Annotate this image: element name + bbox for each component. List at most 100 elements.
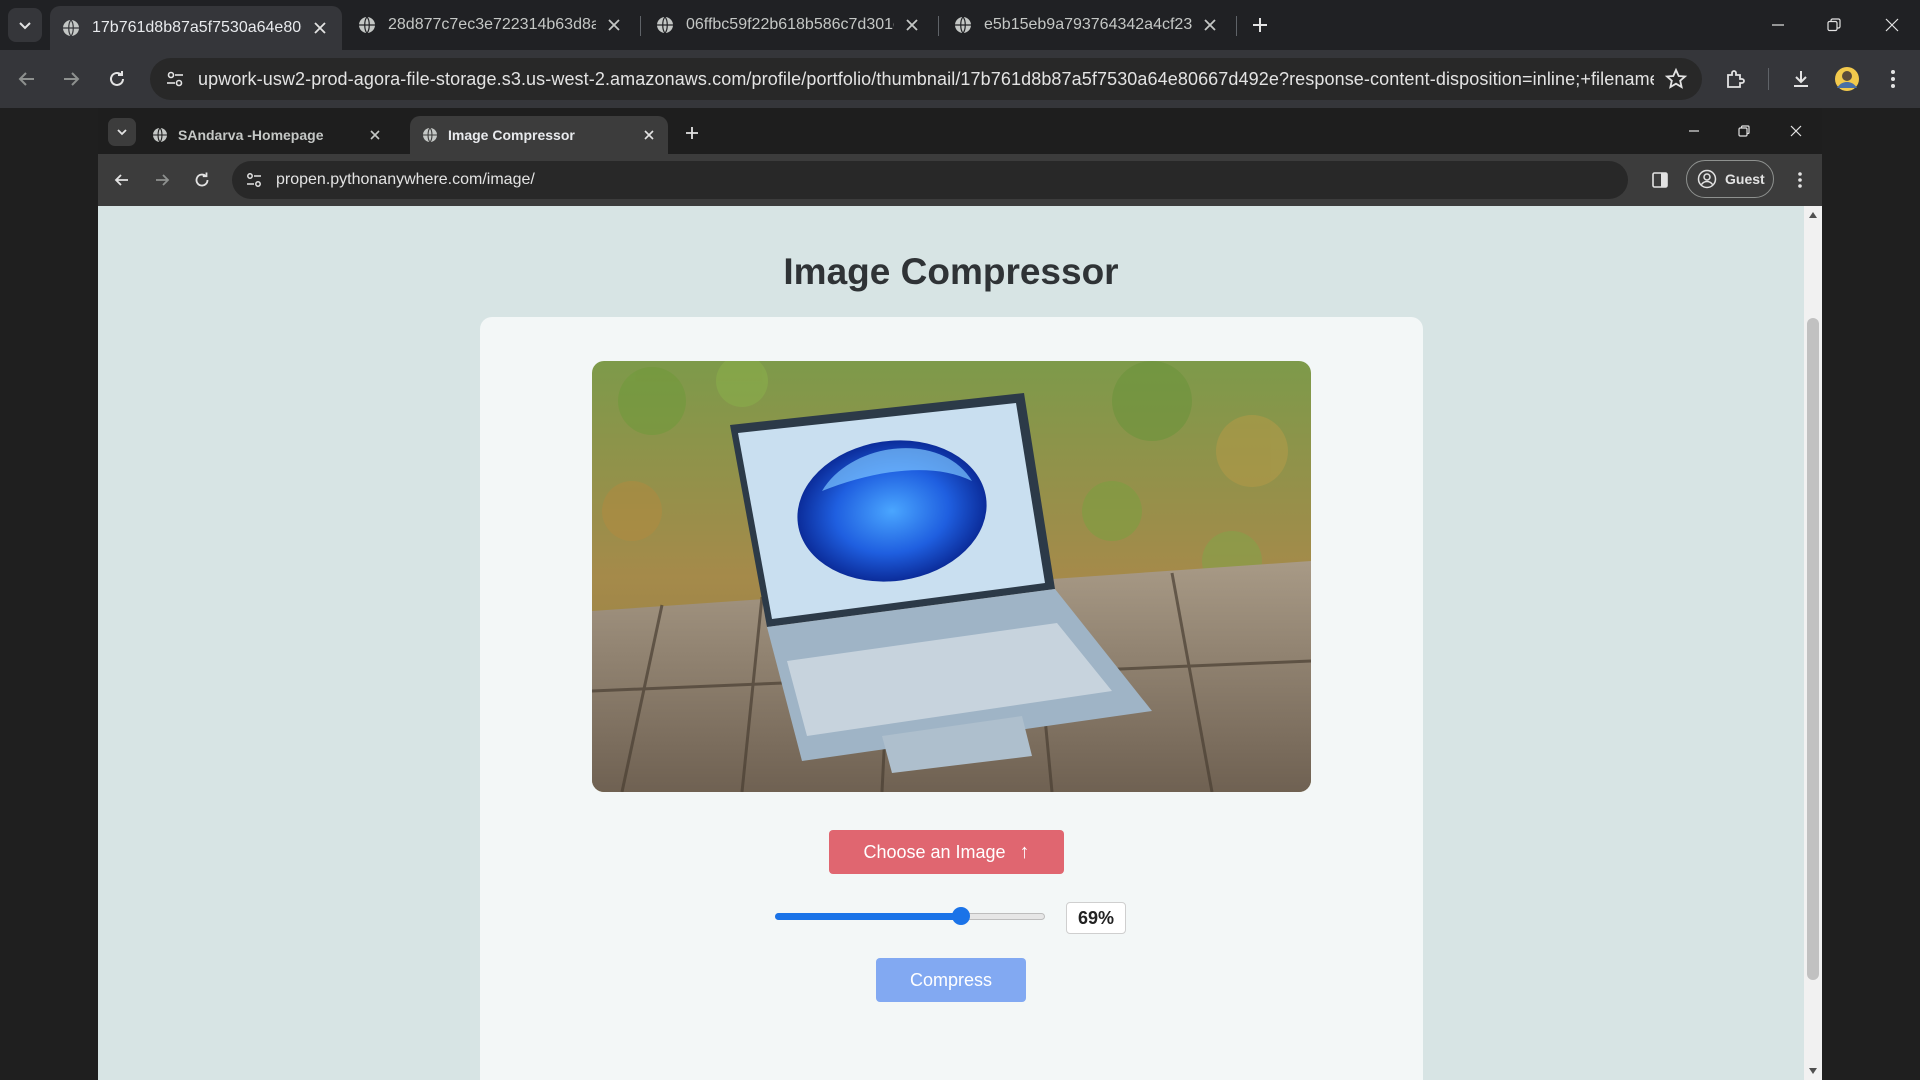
close-icon	[1790, 125, 1802, 137]
outer-tab-title: 06ffbc59f22b618b586c7d301e6	[686, 16, 894, 33]
compressor-card: Choose an Image ↑ 69% Compress	[480, 317, 1423, 1080]
inner-reload-button[interactable]	[188, 166, 216, 194]
more-vert-icon	[1891, 70, 1895, 88]
outer-tab-title: e5b15eb9a793764342a4cf23ec	[984, 16, 1192, 33]
compress-button[interactable]: Compress	[876, 958, 1026, 1002]
restore-button[interactable]	[1814, 8, 1854, 42]
site-info-icon[interactable]	[164, 68, 186, 90]
tab-search-button[interactable]	[8, 8, 42, 42]
outer-menu-button[interactable]	[1876, 62, 1910, 96]
outer-tab-title: 28d877c7ec3e722314b63d8ad5	[388, 16, 596, 33]
outer-tab-4[interactable]: e5b15eb9a793764342a4cf23ec	[942, 6, 1232, 44]
downloads-button[interactable]	[1784, 62, 1818, 96]
more-vert-icon	[1798, 172, 1802, 188]
close-icon[interactable]	[642, 128, 656, 142]
globe-icon	[423, 127, 437, 143]
slider-fill	[775, 913, 962, 920]
puzzle-icon	[1727, 70, 1745, 88]
outer-tab-title: 17b761d8b87a5f7530a64e80667d492e	[92, 19, 302, 36]
page-title: Image Compressor	[783, 251, 1119, 292]
image-preview	[592, 361, 1311, 792]
close-icon[interactable]	[312, 20, 328, 36]
inner-forward-button[interactable]	[148, 166, 176, 194]
scrollbar-thumb[interactable]	[1807, 318, 1819, 980]
profile-avatar[interactable]	[1830, 62, 1864, 96]
tab-separator	[938, 16, 939, 36]
inner-tab-search-button[interactable]	[108, 118, 136, 146]
inner-address-bar[interactable]: propen.pythonanywhere.com/image/	[232, 161, 1628, 199]
download-icon	[1794, 71, 1808, 87]
outer-url-text: upwork-usw2-prod-agora-file-storage.s3.u…	[198, 68, 1654, 89]
quality-slider[interactable]	[775, 905, 1045, 929]
inner-tab-title: Image Compressor	[448, 127, 575, 143]
arrow-right-icon	[156, 174, 170, 186]
inner-minimize-button[interactable]	[1676, 116, 1712, 146]
back-button[interactable]	[10, 62, 44, 96]
arrow-right-icon	[64, 72, 80, 86]
slider-thumb[interactable]	[952, 907, 971, 925]
inner-new-tab-button[interactable]	[680, 121, 704, 145]
site-info-icon[interactable]	[244, 170, 264, 190]
globe-icon	[657, 16, 673, 34]
side-panel-icon	[1652, 172, 1668, 188]
web-page: Image Compressor Choose an Image ↑ 69% C…	[98, 206, 1822, 1080]
extensions-button[interactable]	[1718, 62, 1752, 96]
inner-back-button[interactable]	[108, 166, 136, 194]
restore-icon	[1738, 125, 1750, 137]
plus-icon	[1253, 18, 1267, 32]
restore-icon	[1827, 18, 1841, 32]
side-panel-button[interactable]	[1646, 166, 1674, 194]
compress-label: Compress	[909, 969, 993, 990]
reload-icon	[195, 172, 209, 187]
arrow-left-icon	[18, 72, 34, 86]
upload-arrow-icon: ↑	[1019, 840, 1030, 863]
close-icon[interactable]	[1202, 17, 1218, 33]
outer-tab-strip: 17b761d8b87a5f7530a64e80667d492e 28d877c…	[0, 0, 1920, 50]
choose-image-label: Choose an Image	[863, 841, 1006, 862]
forward-button[interactable]	[54, 62, 88, 96]
inner-toolbar: propen.pythonanywhere.com/image/ Guest	[98, 154, 1822, 206]
globe-icon	[359, 16, 375, 34]
inner-tab-title: SAndarva -Homepage	[178, 127, 324, 143]
inner-close-window-button[interactable]	[1778, 116, 1814, 146]
minimize-button[interactable]	[1758, 8, 1798, 42]
close-icon[interactable]	[368, 128, 382, 142]
inner-tab-image-compressor[interactable]: Image Compressor	[410, 116, 668, 154]
outer-tab-2[interactable]: 28d877c7ec3e722314b63d8ad5	[346, 6, 636, 44]
reload-button[interactable]	[100, 62, 134, 96]
outer-tab-3[interactable]: 06ffbc59f22b618b586c7d301e6	[644, 6, 934, 44]
bookmark-star-icon[interactable]	[1664, 67, 1688, 91]
plus-icon	[686, 127, 698, 139]
chevron-down-icon	[117, 129, 127, 136]
globe-icon	[955, 16, 971, 34]
inner-restore-button[interactable]	[1726, 116, 1762, 146]
tab-separator	[640, 16, 641, 36]
inner-tab-strip: SAndarva -Homepage Image Compressor	[98, 108, 1822, 154]
new-tab-button[interactable]	[1246, 11, 1274, 39]
page-scrollbar[interactable]	[1804, 206, 1822, 1080]
globe-icon	[153, 127, 167, 143]
outer-address-bar[interactable]: upwork-usw2-prod-agora-file-storage.s3.u…	[150, 58, 1702, 100]
globe-icon	[63, 19, 79, 37]
avatar-icon	[1835, 67, 1859, 91]
choose-image-button[interactable]: Choose an Image ↑	[829, 830, 1064, 874]
inner-url-text: propen.pythonanywhere.com/image/	[276, 171, 535, 188]
scroll-up-arrow-icon[interactable]	[1808, 210, 1818, 220]
inner-menu-button[interactable]	[1788, 166, 1812, 194]
quality-percent-readout: 69%	[1066, 902, 1126, 934]
guest-label: Guest	[1725, 171, 1765, 187]
minimize-icon	[1772, 24, 1784, 26]
reload-icon	[110, 71, 124, 86]
account-circle-icon	[1697, 169, 1717, 189]
inner-browser-window: SAndarva -Homepage Image Compressor prop…	[98, 108, 1822, 1080]
close-icon[interactable]	[904, 17, 920, 33]
minimize-icon	[1689, 130, 1699, 132]
inner-tab-homepage[interactable]: SAndarva -Homepage	[140, 116, 394, 154]
tab-separator	[1236, 16, 1237, 36]
close-icon	[1885, 18, 1899, 32]
scroll-down-arrow-icon[interactable]	[1808, 1066, 1818, 1076]
close-window-button[interactable]	[1872, 8, 1912, 42]
guest-profile-button[interactable]: Guest	[1686, 160, 1774, 198]
close-icon[interactable]	[606, 17, 622, 33]
outer-tab-1[interactable]: 17b761d8b87a5f7530a64e80667d492e	[50, 6, 342, 50]
